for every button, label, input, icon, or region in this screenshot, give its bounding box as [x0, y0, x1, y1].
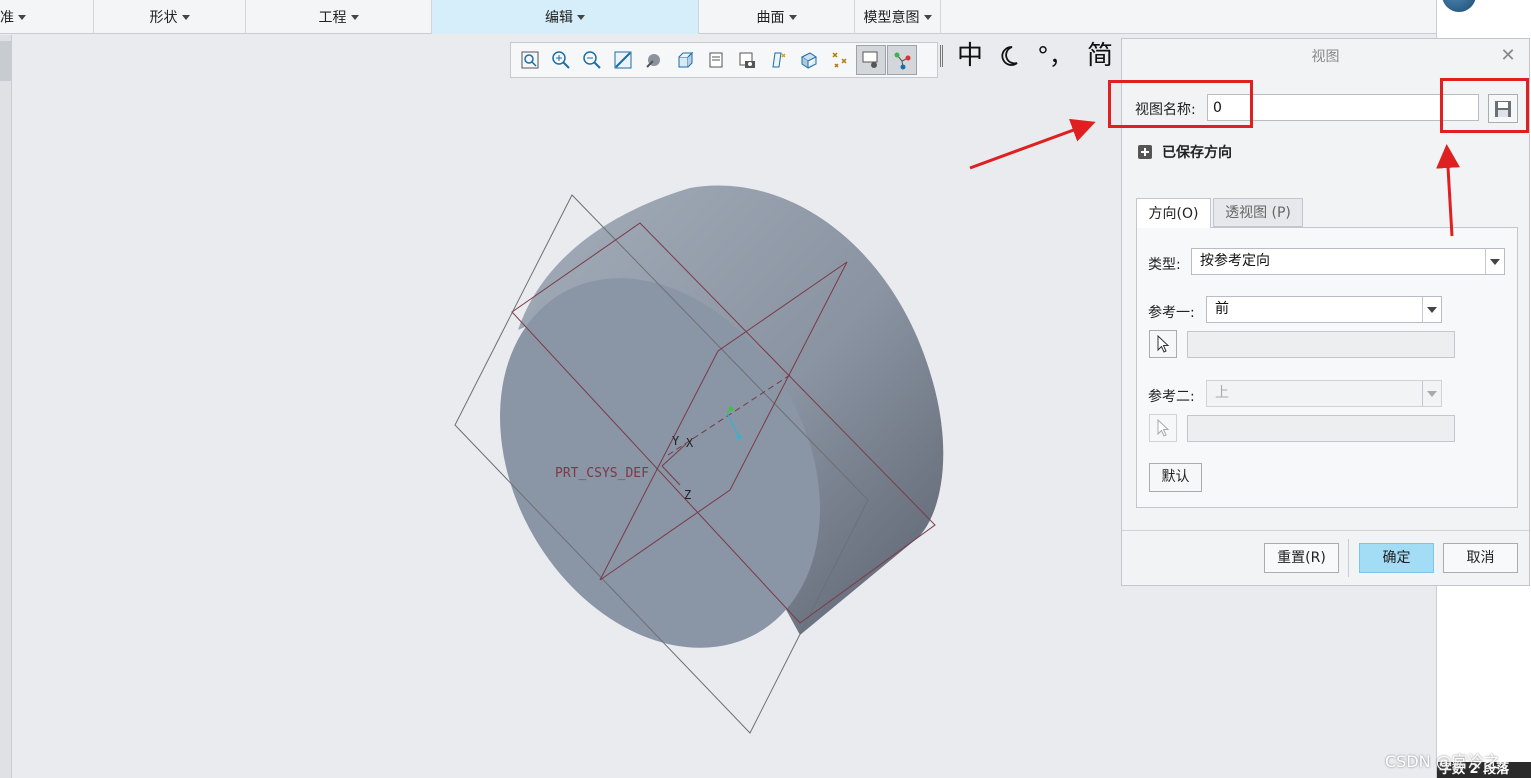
ribbon-group-engineering[interactable]: 工程	[246, 0, 432, 34]
orientation-tab-panel: 类型: 按参考定向 参考一: 前 参考二: 上 默认	[1136, 227, 1518, 508]
point-display-icon	[894, 52, 911, 70]
ref1-label: 参考一:	[1148, 305, 1195, 321]
annotation-box-save-button	[1440, 78, 1529, 133]
ribbon-group-bar: 准 形状 工程 编辑 曲面 模型意图	[0, 0, 1436, 34]
refit-icon	[521, 51, 539, 69]
chevron-down-icon	[788, 14, 797, 20]
perspective-button[interactable]	[732, 45, 762, 75]
ime-grip[interactable]	[940, 45, 943, 67]
ime-comma: ，	[1049, 42, 1074, 70]
ref1-value: 前	[1215, 301, 1229, 317]
datum-display-button[interactable]	[763, 45, 793, 75]
saved-orientations-label: 已保存方向	[1162, 145, 1232, 161]
annotation-display-icon	[801, 52, 817, 69]
ime-punctuation-mode[interactable]: °，	[1037, 41, 1073, 71]
ime-chinese-mode[interactable]: 中	[957, 41, 983, 71]
saved-orientations-button[interactable]	[670, 45, 700, 75]
ribbon-group-surface[interactable]: 曲面	[699, 0, 855, 34]
ref1-reference-field[interactable]	[1187, 331, 1455, 358]
plus-icon	[1138, 145, 1152, 159]
chevron-down-icon	[181, 14, 190, 20]
chevron-down-icon	[577, 14, 585, 20]
zoom-in-icon	[552, 51, 570, 69]
chevron-down-icon	[18, 14, 26, 20]
ribbon-group-label: 形状	[149, 10, 178, 26]
ref2-select[interactable]: 上	[1206, 380, 1442, 407]
ime-simplified-mode[interactable]: 简	[1087, 41, 1113, 71]
datum-display-icon	[772, 52, 786, 68]
dialog-title: 视图	[1311, 49, 1340, 65]
ribbon-group-model-intent[interactable]: 模型意图	[855, 0, 941, 34]
ref2-value: 上	[1215, 385, 1229, 401]
footer-divider	[1348, 539, 1349, 577]
in-graphics-view-toolbar	[510, 42, 938, 78]
repaint-icon	[614, 51, 632, 69]
chevron-down-icon	[1485, 249, 1504, 274]
saved-orientations-icon	[678, 51, 694, 68]
close-icon[interactable]: ✕	[1497, 45, 1519, 67]
axis-x-label: X	[686, 436, 694, 450]
ribbon-group-label: 编辑	[545, 10, 573, 26]
chevron-down-icon	[923, 14, 932, 20]
csys-display-button[interactable]	[856, 45, 886, 75]
dialog-footer: 重置(R) 确定 取消	[1122, 530, 1529, 585]
ribbon-group-label: 工程	[318, 10, 347, 26]
spin-center-button[interactable]	[825, 45, 855, 75]
ref1-select[interactable]: 前	[1206, 296, 1442, 323]
type-select[interactable]: 按参考定向	[1191, 248, 1505, 275]
moon-icon[interactable]	[997, 43, 1023, 69]
annotation-display-button[interactable]	[794, 45, 824, 75]
zoom-in-button[interactable]	[546, 45, 576, 75]
watermark: CSDN @宫泠之	[1385, 752, 1500, 771]
chevron-down-icon	[1422, 381, 1441, 406]
axis-y-label: Y	[672, 434, 680, 448]
repaint-button[interactable]	[608, 45, 638, 75]
refit-button[interactable]	[515, 45, 545, 75]
type-value: 按参考定向	[1200, 253, 1270, 269]
ribbon-group-label: 模型意图	[863, 10, 920, 26]
globe-icon[interactable]	[1442, 0, 1476, 12]
type-label: 类型:	[1148, 257, 1181, 273]
spin-center-icon	[832, 52, 847, 68]
cursor-arrow-icon	[1157, 419, 1170, 437]
point-display-button[interactable]	[887, 45, 917, 75]
ref2-pick-button[interactable]	[1149, 414, 1177, 442]
saved-orientations-toggle[interactable]: 已保存方向	[1138, 142, 1232, 162]
ribbon-group-datum[interactable]: 准	[0, 0, 94, 34]
default-button[interactable]: 默认	[1149, 463, 1202, 492]
tab-perspective[interactable]: 透视图 (P)	[1213, 198, 1303, 227]
ribbon-group-shape[interactable]: 形状	[94, 0, 246, 34]
display-style-button[interactable]	[639, 45, 669, 75]
tab-orientation[interactable]: 方向(O)	[1136, 198, 1211, 228]
chevron-down-icon	[1422, 297, 1441, 322]
annotation-box-view-name	[1108, 80, 1253, 128]
ribbon-group-label: 准	[0, 10, 14, 26]
model-tree-collapsed-strip[interactable]	[0, 35, 12, 778]
cursor-arrow-icon	[1157, 335, 1170, 353]
display-style-icon	[646, 54, 660, 68]
ribbon-group-edit[interactable]: 编辑	[432, 0, 699, 34]
zoom-out-button[interactable]	[577, 45, 607, 75]
ok-button[interactable]: 确定	[1359, 543, 1434, 573]
cancel-button[interactable]: 取消	[1443, 543, 1518, 573]
ref1-pick-button[interactable]	[1149, 330, 1177, 358]
axis-z-label: Z	[684, 488, 691, 502]
scrollbar-thumb[interactable]	[0, 41, 11, 81]
chevron-down-icon	[350, 14, 359, 20]
csys-display-icon	[862, 51, 878, 68]
ribbon-group-label: 曲面	[756, 10, 785, 26]
view-manager-button[interactable]	[701, 45, 731, 75]
zoom-out-icon	[583, 51, 601, 69]
view-manager-icon	[709, 52, 723, 68]
ref2-reference-field[interactable]	[1187, 415, 1455, 442]
perspective-icon	[739, 52, 755, 68]
reset-button[interactable]: 重置(R)	[1264, 543, 1339, 573]
ref2-label: 参考二:	[1148, 389, 1195, 405]
csys-label: PRT_CSYS_DEF	[555, 466, 649, 481]
